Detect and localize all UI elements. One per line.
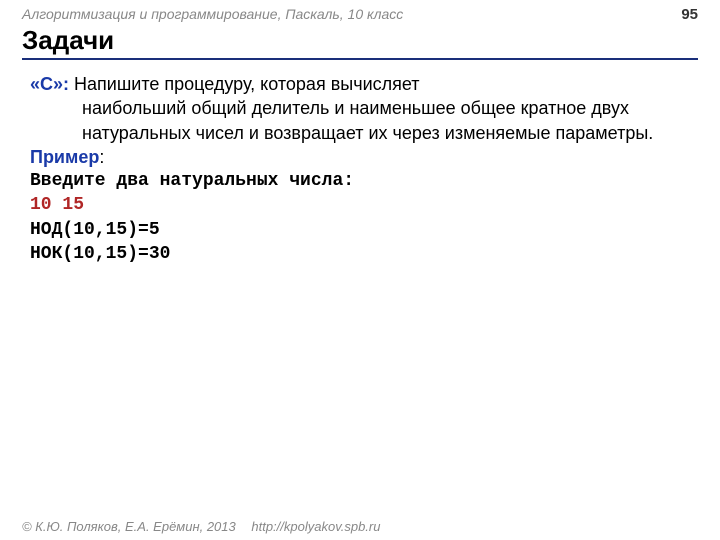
course-name: Алгоритмизация и программирование, Паска… <box>22 6 403 22</box>
example-label: Пример <box>30 147 99 167</box>
task-marker: «C»: <box>30 74 69 94</box>
footer-url: http://kpolyakov.spb.ru <box>251 519 380 534</box>
example-colon: : <box>99 147 104 167</box>
footer: © К.Ю. Поляков, Е.А. Ерёмин, 2013 http:/… <box>22 519 698 534</box>
title-area: Задачи <box>0 25 720 64</box>
example-output-2: НОК(10,15)=30 <box>30 242 698 266</box>
task-text-rest: наибольший общий делитель и наименьшее о… <box>30 96 670 145</box>
example-input: 10 15 <box>30 193 698 217</box>
task-text-first: Напишите процедуру, которая вычисляет <box>69 74 420 94</box>
task-block: «C»: Напишите процедуру, которая вычисля… <box>30 72 670 145</box>
content: «C»: Напишите процедуру, которая вычисля… <box>0 64 720 540</box>
example-output-1: НОД(10,15)=5 <box>30 218 698 242</box>
footer-copyright: © К.Ю. Поляков, Е.А. Ерёмин, 2013 <box>22 519 236 534</box>
page-title: Задачи <box>22 25 698 60</box>
header: Алгоритмизация и программирование, Паска… <box>0 0 720 25</box>
slide: Алгоритмизация и программирование, Паска… <box>0 0 720 540</box>
example-label-line: Пример: <box>30 145 698 169</box>
example-prompt: Введите два натуральных числа: <box>30 169 698 193</box>
page-number: 95 <box>681 6 698 23</box>
